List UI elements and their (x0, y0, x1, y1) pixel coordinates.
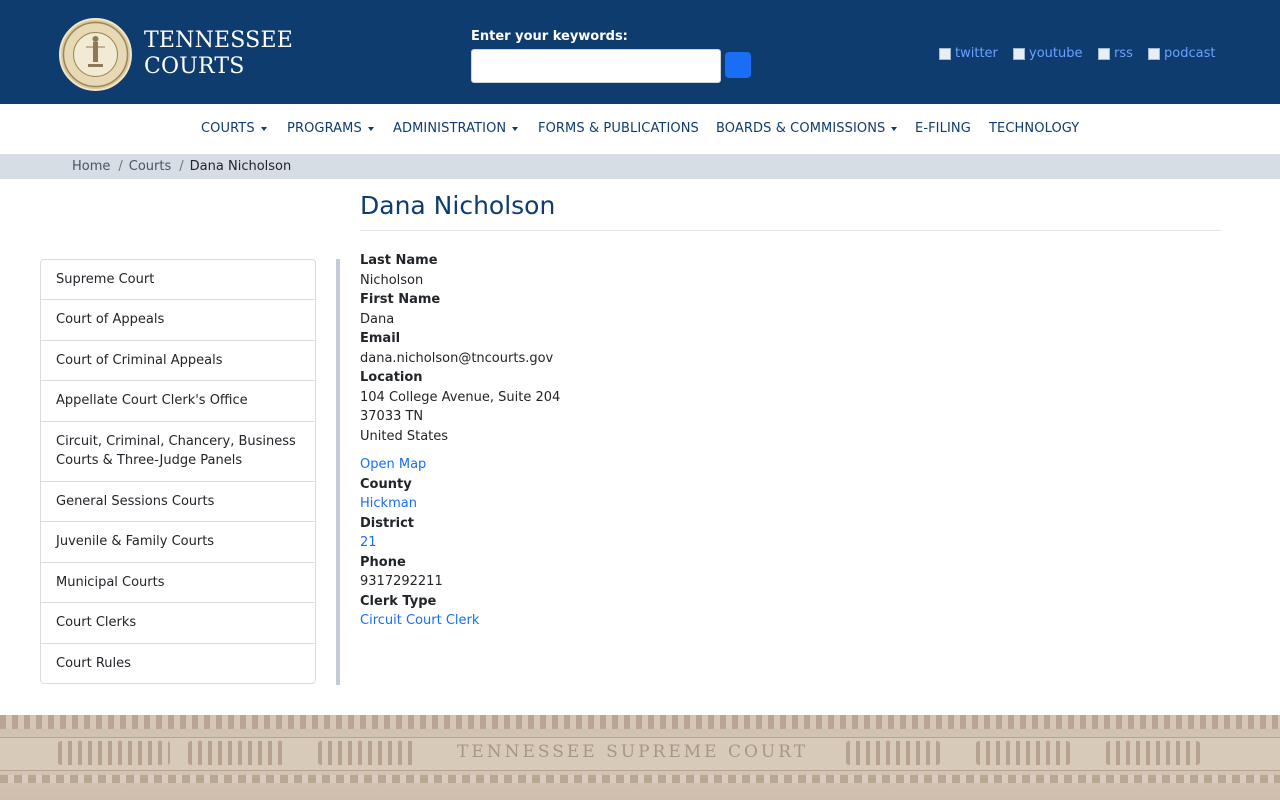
title-divider (360, 230, 1221, 231)
search-input[interactable] (471, 49, 721, 83)
brand-line-2: COURTS (144, 54, 245, 79)
caret-down-icon (891, 126, 898, 131)
youtube-link[interactable]: youtube (1013, 46, 1082, 61)
rss-link[interactable]: rss (1098, 46, 1133, 61)
first-name-label: First Name (360, 292, 441, 307)
nav-e-filing[interactable]: E-FILING (915, 121, 971, 136)
nav-boards-commissions[interactable]: BOARDS & COMMISSIONS (716, 121, 898, 136)
frieze-ornament (58, 741, 170, 765)
broken-image-icon (1098, 47, 1110, 60)
footer-building-image: TENNESSEE SUPREME COURT (0, 715, 1280, 800)
brand-line-1: TENNESSEE (144, 28, 293, 53)
last-name-value: Nicholson (360, 272, 424, 288)
clerk-type-link[interactable]: Circuit Court Clerk (360, 611, 560, 631)
sidebar-item-juvenile-family-courts[interactable]: Juvenile & Family Courts (41, 522, 315, 563)
sidebar-nav: Supreme Court Court of Appeals Court of … (40, 259, 316, 684)
first-name-value: Dana (360, 311, 395, 327)
caret-down-icon (512, 126, 519, 131)
sidebar-item-court-of-appeals[interactable]: Court of Appeals (41, 300, 315, 341)
sidebar-item-municipal-courts[interactable]: Municipal Courts (41, 563, 315, 603)
frieze-ornament (846, 741, 940, 765)
nav-programs[interactable]: PROGRAMS (287, 121, 374, 136)
address-line-2: 37033 TN (360, 409, 424, 424)
breadcrumb-courts[interactable]: Courts (129, 159, 172, 174)
email-value: dana.nicholson@tncourts.gov (360, 350, 554, 366)
caret-down-icon (367, 126, 374, 131)
address-line-1: 104 College Avenue, Suite 204 (360, 389, 561, 405)
site-header: TENNESSEE COURTS Enter your keywords: tw… (0, 0, 1280, 104)
sidebar-item-general-sessions-courts[interactable]: General Sessions Courts (41, 482, 315, 522)
content-divider (336, 259, 340, 685)
search-button[interactable] (725, 52, 751, 78)
site-brand[interactable]: TENNESSEE COURTS (144, 28, 293, 80)
last-name-label: Last Name (360, 253, 438, 268)
district-label: District (360, 515, 414, 531)
broken-image-icon (939, 47, 951, 60)
breadcrumb: Home / Courts / Dana Nicholson (72, 159, 291, 174)
county-link[interactable]: Hickman (360, 494, 560, 514)
sidebar-item-appellate-court-clerks-office[interactable]: Appellate Court Clerk's Office (41, 381, 315, 422)
podcast-link[interactable]: podcast (1148, 46, 1215, 61)
location-label: Location (360, 370, 423, 385)
sidebar-item-court-of-criminal-appeals[interactable]: Court of Criminal Appeals (41, 341, 315, 381)
email-label: Email (360, 331, 401, 346)
page-title: Dana Nicholson (360, 191, 556, 220)
nav-technology[interactable]: TECHNOLOGY (989, 121, 1079, 136)
county-label: County (360, 476, 412, 492)
breadcrumb-current: Dana Nicholson (189, 159, 292, 174)
broken-image-icon (1013, 47, 1025, 60)
address-line-3: United States (360, 428, 449, 444)
breadcrumb-home[interactable]: Home (72, 159, 110, 174)
frieze-ornament (188, 741, 284, 765)
breadcrumb-separator: / (179, 159, 184, 174)
breadcrumb-separator: / (118, 159, 123, 174)
sidebar-item-court-rules[interactable]: Court Rules (41, 644, 315, 683)
open-map-link[interactable]: Open Map (360, 455, 560, 475)
building-inscription: TENNESSEE SUPREME COURT (457, 742, 809, 762)
sidebar-item-court-clerks[interactable]: Court Clerks (41, 603, 315, 644)
sidebar-item-circuit-criminal-chancery[interactable]: Circuit, Criminal, Chancery, Business Co… (41, 422, 315, 482)
phone-value: 9317292211 (360, 574, 443, 589)
building-cornice (0, 715, 1280, 729)
broken-image-icon (1148, 47, 1160, 60)
main-nav: COURTS PROGRAMS ADMINISTRATION FORMS & P… (0, 104, 1280, 154)
frieze-ornament (318, 741, 414, 765)
frieze-ornament (1106, 741, 1200, 765)
sidebar-item-supreme-court[interactable]: Supreme Court (41, 260, 315, 300)
twitter-link[interactable]: twitter (939, 46, 998, 61)
search-label: Enter your keywords: (471, 29, 628, 44)
clerk-details: Last Name Nicholson First Name Dana Emai… (360, 251, 560, 631)
building-dentils (0, 775, 1280, 783)
nav-courts[interactable]: COURTS (201, 121, 267, 136)
clerk-type-label: Clerk Type (360, 593, 437, 609)
tennessee-judiciary-seal-logo[interactable] (59, 18, 132, 91)
district-link[interactable]: 21 (360, 533, 560, 553)
caret-down-icon (260, 126, 267, 131)
nav-administration[interactable]: ADMINISTRATION (393, 121, 519, 136)
frieze-ornament (976, 741, 1070, 765)
breadcrumb-bar: Home / Courts / Dana Nicholson (0, 154, 1280, 179)
phone-label: Phone (360, 554, 406, 570)
nav-forms-publications[interactable]: FORMS & PUBLICATIONS (538, 121, 699, 136)
